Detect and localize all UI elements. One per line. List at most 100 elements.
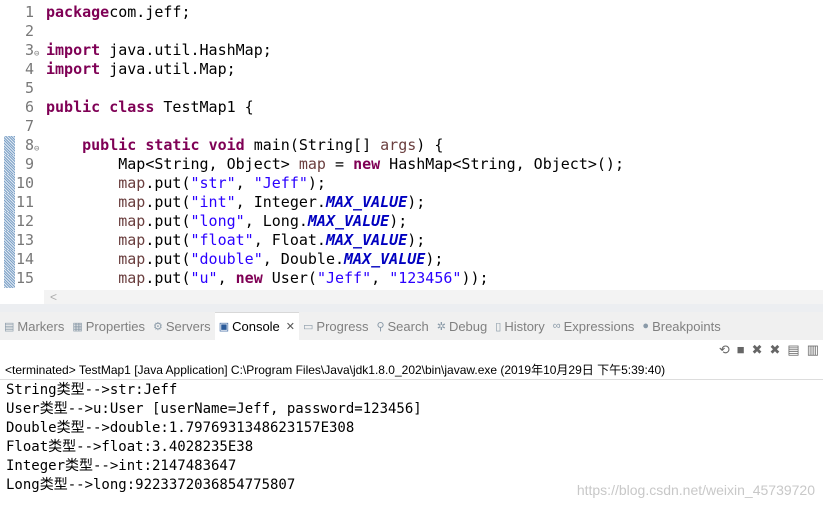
code-text: map.put("str", "Jeff"); bbox=[46, 174, 326, 193]
clear-console-icon[interactable]: ▤ bbox=[787, 342, 799, 362]
tab-label: Console bbox=[232, 319, 280, 334]
code-token: new bbox=[353, 155, 381, 173]
code-token: HashMap<String, Object>(); bbox=[380, 155, 624, 173]
code-token: TestMap1 { bbox=[154, 98, 254, 116]
code-line[interactable]: 14 map.put("double", Double.MAX_VALUE); bbox=[0, 250, 823, 269]
properties-icon: ▦ bbox=[72, 320, 83, 333]
code-token: map bbox=[118, 212, 146, 230]
line-number: 7 bbox=[24, 117, 34, 135]
tab-label: Markers bbox=[17, 318, 65, 334]
terminate-icon[interactable]: ■ bbox=[737, 342, 745, 362]
code-line[interactable]: 2 bbox=[0, 22, 823, 41]
remove-launch-icon[interactable]: ✖ bbox=[752, 342, 763, 362]
code-token: ); bbox=[407, 231, 426, 249]
code-line[interactable]: 4 import java.util.Map; bbox=[0, 60, 823, 79]
code-token: "long" bbox=[190, 212, 245, 230]
code-token: ); bbox=[407, 193, 426, 211]
console-line: Double类型-->double:1.7976931348623157E308 bbox=[6, 420, 355, 436]
code-line[interactable]: 1 packagecom.jeff; bbox=[0, 3, 823, 22]
line-number: 2 bbox=[24, 22, 34, 40]
code-line[interactable]: 8 ⊖ public static void main(String[] args… bbox=[0, 136, 823, 155]
close-icon[interactable]: ✕ bbox=[286, 320, 295, 333]
remove-all-icon[interactable]: ✖ bbox=[770, 342, 781, 362]
code-token: Map<String, Object> bbox=[46, 155, 299, 173]
tab-properties[interactable]: ▦ Properties bbox=[68, 312, 149, 340]
line-number: 11 bbox=[15, 193, 34, 211]
line-number: 9 bbox=[24, 155, 34, 173]
code-text: map.put("double", Double.MAX_VALUE); bbox=[46, 250, 443, 269]
code-token: , Double. bbox=[262, 250, 345, 268]
expressions-icon: ∞ bbox=[552, 320, 561, 332]
tab-servers[interactable]: ⚙ Servers bbox=[149, 312, 215, 340]
tab-label: Servers bbox=[165, 318, 211, 334]
code-token: map bbox=[118, 269, 146, 287]
code-line[interactable]: 13 map.put("float", Float.MAX_VALUE); bbox=[0, 231, 823, 250]
code-line[interactable]: 15 map.put("u", new User("Jeff", "123456… bbox=[0, 269, 823, 288]
code-text: import java.util.Map; bbox=[46, 60, 236, 79]
code-line[interactable]: 9 Map<String, Object> map = new HashMap<… bbox=[0, 155, 823, 174]
code-token: = bbox=[325, 155, 354, 173]
tab-markers[interactable]: ▤ Markers bbox=[0, 312, 68, 340]
tab-label: Breakpoints bbox=[652, 318, 721, 334]
code-token: , Float. bbox=[253, 231, 326, 249]
tab-label: Properties bbox=[85, 318, 146, 334]
console-line: Integer类型-->int:2147483647 bbox=[6, 458, 237, 474]
code-token: "u" bbox=[190, 269, 218, 287]
tab-search[interactable]: ⚲ Search bbox=[372, 312, 432, 340]
watermark: https://blog.csdn.net/weixin_45739720 bbox=[576, 482, 815, 498]
scroll-lock-icon[interactable]: ▥ bbox=[807, 342, 819, 362]
code-line[interactable]: 3 ⊖ import java.util.HashMap; bbox=[0, 41, 823, 60]
code-token: .put( bbox=[145, 250, 191, 268]
code-token: "123456" bbox=[389, 269, 462, 287]
divider bbox=[0, 379, 823, 380]
line-number: 15 bbox=[15, 269, 34, 287]
code-token: , Integer. bbox=[235, 193, 326, 211]
code-token: public bbox=[46, 98, 101, 116]
code-editor[interactable]: 1 packagecom.jeff; 2 3 ⊖ import java.util.Has… bbox=[0, 0, 823, 290]
code-line[interactable]: 5 bbox=[0, 79, 823, 98]
code-token: class bbox=[109, 98, 155, 116]
progress-icon: ▭ bbox=[303, 320, 314, 333]
code-token: import bbox=[46, 41, 101, 59]
code-token: MAX_VALUE bbox=[325, 193, 408, 211]
code-line[interactable]: 10 map.put("str", "Jeff"); bbox=[0, 174, 823, 193]
tab-progress[interactable]: ▭ Progress bbox=[299, 312, 372, 340]
code-token: "float" bbox=[190, 231, 254, 249]
code-token: , bbox=[235, 174, 254, 192]
tab-history[interactable]: ▯ History bbox=[491, 312, 549, 340]
tab-label: History bbox=[504, 318, 545, 334]
code-token: map bbox=[298, 155, 326, 173]
horizontal-scrollbar[interactable]: < bbox=[44, 290, 823, 304]
code-token: .put( bbox=[145, 212, 191, 230]
tab-breakpoints[interactable]: ● Breakpoints bbox=[638, 312, 724, 340]
tab-console[interactable]: ▣ Console ✕ bbox=[214, 311, 300, 341]
code-token: void bbox=[208, 136, 245, 154]
console-line: String类型-->str:Jeff bbox=[6, 382, 178, 398]
scroll-left-icon[interactable]: < bbox=[50, 290, 57, 304]
code-line[interactable]: 6 public class TestMap1 { bbox=[0, 98, 823, 117]
code-token: .put( bbox=[145, 269, 191, 287]
code-line[interactable]: 12 map.put("long", Long.MAX_VALUE); bbox=[0, 212, 823, 231]
tab-expressions[interactable]: ∞ Expressions bbox=[549, 312, 639, 340]
code-token: ); bbox=[389, 212, 408, 230]
tab-debug[interactable]: ✲ Debug bbox=[433, 312, 492, 340]
tab-label: Debug bbox=[448, 318, 488, 334]
code-text: public static void main(String[] args) { bbox=[46, 136, 443, 155]
relaunch-icon[interactable]: ⟲ bbox=[719, 342, 730, 362]
code-token: "Jeff" bbox=[316, 269, 372, 287]
code-line[interactable]: 7 bbox=[0, 117, 823, 136]
code-line[interactable]: 11 map.put("int", Integer.MAX_VALUE); bbox=[0, 193, 823, 212]
code-token: "int" bbox=[190, 193, 236, 211]
code-text: map.put("int", Integer.MAX_VALUE); bbox=[46, 193, 425, 212]
code-token: .put( bbox=[145, 174, 191, 192]
code-token: )); bbox=[461, 269, 489, 287]
code-text: packagecom.jeff; bbox=[46, 3, 191, 22]
console-line: Float类型-->float:3.4028235E38 bbox=[6, 439, 254, 455]
